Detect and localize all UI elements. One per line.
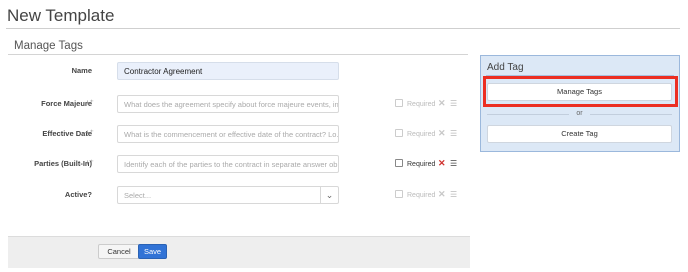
separator-line bbox=[590, 114, 672, 115]
manage-tags-button[interactable]: Manage Tags bbox=[487, 83, 672, 101]
sparkle-icon: +⁺ bbox=[85, 98, 94, 107]
list-icon[interactable]: ☰ bbox=[450, 129, 457, 138]
checkbox-icon bbox=[395, 159, 403, 167]
close-icon[interactable]: ✕ bbox=[438, 128, 446, 139]
save-button[interactable]: Save bbox=[138, 244, 167, 259]
checkbox-icon bbox=[395, 99, 403, 107]
close-icon[interactable]: ✕ bbox=[438, 158, 446, 169]
section-title: Manage Tags bbox=[14, 40, 83, 52]
required-checkbox[interactable]: Required bbox=[395, 129, 435, 138]
required-label: Required bbox=[407, 161, 436, 168]
required-label: Required bbox=[407, 192, 436, 199]
close-icon[interactable]: ✕ bbox=[438, 98, 446, 109]
create-tag-button[interactable]: Create Tag bbox=[487, 125, 672, 143]
select-value: Select... bbox=[124, 191, 152, 200]
required-label: Required bbox=[407, 101, 436, 108]
active-select[interactable]: Select... ⌄ bbox=[117, 186, 339, 204]
field-label: Name bbox=[71, 66, 92, 75]
section-divider bbox=[8, 54, 468, 55]
field-label: Active? bbox=[64, 190, 92, 199]
parties-input[interactable]: Identify each of the parties to the cont… bbox=[117, 155, 339, 173]
checkbox-icon bbox=[395, 129, 403, 137]
cancel-button[interactable]: Cancel bbox=[98, 244, 140, 259]
field-label: Parties (Built-In) bbox=[34, 159, 92, 168]
form-row-force-majeure: Force Majeure +⁺ What does the agreement… bbox=[0, 95, 470, 115]
form-row-effective-date: Effective Date +⁺ What is the commenceme… bbox=[0, 125, 470, 145]
list-icon[interactable]: ☰ bbox=[450, 190, 457, 199]
add-tag-title: Add Tag bbox=[487, 62, 524, 73]
required-checkbox[interactable]: Required bbox=[395, 190, 435, 199]
chevron-down-icon[interactable]: ⌄ bbox=[320, 187, 338, 203]
list-icon[interactable]: ☰ bbox=[450, 99, 457, 108]
page-title: New Template bbox=[7, 6, 115, 25]
required-checkbox[interactable]: Required bbox=[395, 99, 435, 108]
force-majeure-input[interactable]: What does the agreement specify about fo… bbox=[117, 95, 339, 113]
sparkle-icon: +⁺ bbox=[85, 128, 94, 137]
form-row-parties: Parties (Built-In) +⁺ Identify each of t… bbox=[0, 155, 470, 175]
sparkle-icon: +⁺ bbox=[85, 158, 94, 167]
form-row-active: Active? Select... ⌄ Required ✕ ☰ bbox=[0, 186, 470, 206]
required-label: Required bbox=[407, 131, 436, 138]
checkbox-icon bbox=[395, 190, 403, 198]
or-separator: or bbox=[487, 110, 672, 120]
close-icon[interactable]: ✕ bbox=[438, 189, 446, 200]
form-row-name: Name Contractor Agreement bbox=[0, 62, 470, 82]
list-icon[interactable]: ☰ bbox=[450, 159, 457, 168]
title-divider bbox=[6, 28, 680, 29]
effective-date-input[interactable]: What is the commencement or effective da… bbox=[117, 125, 339, 143]
name-input[interactable]: Contractor Agreement bbox=[117, 62, 339, 80]
required-checkbox[interactable]: Required bbox=[395, 159, 435, 168]
form-footer: Cancel Save bbox=[8, 236, 470, 268]
